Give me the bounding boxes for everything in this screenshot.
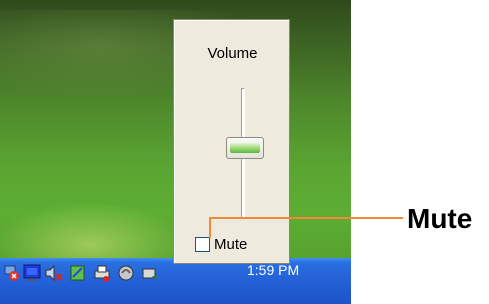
volume-title: Volume	[207, 45, 258, 62]
volume-slider-thumb[interactable]	[226, 137, 264, 159]
mute-label: Mute	[214, 236, 248, 253]
callout-connector	[209, 217, 211, 238]
sound-mute-icon[interactable]	[44, 263, 64, 283]
notepad-icon[interactable]	[68, 263, 88, 283]
taskbar-clock[interactable]: 1:59 PM	[247, 262, 299, 278]
callout-line	[209, 217, 403, 219]
safely-remove-icon[interactable]	[140, 263, 160, 283]
callout-label: Mute	[407, 203, 473, 234]
mute-checkbox[interactable]	[195, 237, 210, 252]
volume-popup: Volume	[173, 19, 290, 264]
network-error-icon[interactable]	[2, 263, 22, 283]
monitor-icon[interactable]	[22, 263, 42, 283]
printer-icon[interactable]	[92, 263, 112, 283]
antivirus-icon[interactable]	[116, 263, 136, 283]
